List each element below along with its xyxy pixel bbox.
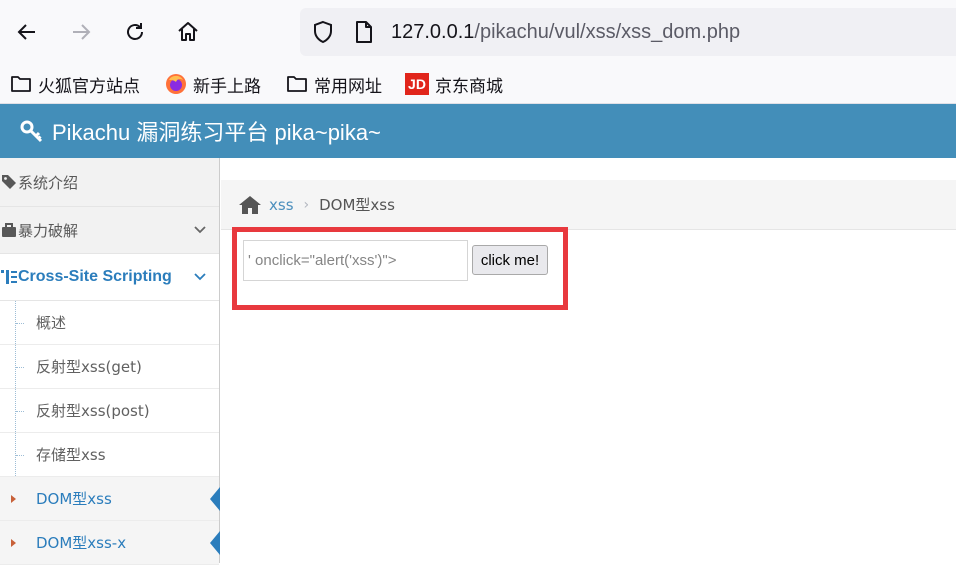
lock-icon [0, 223, 18, 237]
folder-icon [10, 74, 32, 94]
chevron-down-icon [193, 223, 207, 241]
bookmark-firefox-site[interactable]: 火狐官方站点 [10, 71, 140, 97]
firefox-icon [165, 73, 187, 95]
reload-icon [127, 23, 143, 40]
bookmarks-bar: 火狐官方站点 新手上路 常用网址 JD 京东商城 [0, 64, 956, 104]
bookmark-label: 常用网址 [314, 76, 382, 97]
sidebar-subitem-label: 反射型xss(get) [36, 358, 142, 376]
url-bar[interactable]: 127.0.0.1/pikachu/vul/xss/xss_dom.php [300, 8, 956, 56]
sidebar-subitem-label: 反射型xss(post) [36, 402, 150, 420]
tree-dash [16, 454, 24, 456]
breadcrumb: xss › DOM型xss [221, 180, 956, 230]
url-text[interactable]: 127.0.0.1/pikachu/vul/xss/xss_dom.php [391, 18, 740, 46]
highlight-annotation-box [232, 227, 568, 310]
folder-icon [286, 74, 308, 94]
sidebar-subitem-dom[interactable]: DOM型xss [0, 477, 220, 521]
back-button[interactable] [9, 14, 45, 50]
sidebar-subitem-stored[interactable]: 存储型xss [0, 433, 219, 477]
site-title-text: Pikachu 漏洞练习平台 pika~pika~ [52, 120, 381, 145]
sidebar: 系统介绍 暴力破解 Cross-Site Scripting 概述 反射型xss… [0, 158, 220, 565]
jd-badge: JD [405, 73, 429, 95]
key-icon [20, 119, 44, 143]
caret-right-icon [11, 494, 16, 503]
home-button[interactable] [170, 14, 206, 50]
tag-icon [0, 174, 18, 190]
bookmark-label: 京东商城 [435, 76, 503, 97]
sidebar-subitem-reflected-post[interactable]: 反射型xss(post) [0, 389, 219, 433]
sidebar-subitem-reflected-get[interactable]: 反射型xss(get) [0, 345, 219, 389]
sidebar-item-intro[interactable]: 系统介绍 [0, 158, 219, 207]
sidebar-subitem-label: 概述 [36, 314, 67, 332]
breadcrumb-link-xss[interactable]: xss [269, 196, 294, 214]
bookmark-label: 火狐官方站点 [38, 76, 140, 97]
sidebar-subitem-label: DOM型xss [36, 490, 112, 508]
jd-icon: JD [405, 73, 429, 95]
tree-dash [16, 366, 24, 368]
shield-icon[interactable] [312, 20, 334, 48]
back-arrow-icon [17, 24, 35, 40]
sidebar-item-label: Cross-Site Scripting [18, 268, 172, 285]
sidebar-item-xss[interactable]: Cross-Site Scripting [0, 254, 219, 301]
tree-dash [16, 322, 24, 324]
tree-dash [16, 410, 24, 412]
sidebar-item-label: 暴力破解 [18, 221, 79, 240]
site-header: Pikachu 漏洞练习平台 pika~pika~ [0, 104, 956, 158]
forward-arrow-icon [73, 24, 91, 40]
active-marker [210, 486, 220, 511]
active-marker [210, 530, 220, 555]
page-icon [354, 20, 374, 48]
bookmark-getting-started[interactable]: 新手上路 [165, 71, 261, 97]
breadcrumb-separator: › [303, 196, 310, 213]
forward-button[interactable] [63, 14, 99, 50]
url-path: /pikachu/vul/xss/xss_dom.php [474, 21, 741, 43]
chevron-down-icon [193, 270, 207, 289]
sidebar-subitem-label: DOM型xss-x [36, 534, 127, 552]
bookmark-common-sites[interactable]: 常用网址 [286, 71, 382, 97]
bookmark-jd[interactable]: JD 京东商城 [405, 71, 503, 97]
caret-right-icon [11, 538, 16, 547]
sidebar-subitem-label: 存储型xss [36, 446, 106, 464]
sidebar-subitem-dom-x[interactable]: DOM型xss-x [0, 521, 220, 565]
home-icon [178, 22, 198, 41]
sidebar-subitem-overview[interactable]: 概述 [0, 301, 219, 345]
reload-button[interactable] [117, 14, 153, 50]
browser-toolbar: 127.0.0.1/pikachu/vul/xss/xss_dom.php [0, 0, 956, 64]
url-host: 127.0.0.1 [391, 21, 475, 43]
site-title[interactable]: Pikachu 漏洞练习平台 pika~pika~ [20, 116, 381, 146]
breadcrumb-current: DOM型xss [319, 196, 395, 214]
bookmark-label: 新手上路 [193, 76, 261, 97]
home-icon[interactable] [239, 195, 261, 215]
sidebar-item-brute-force[interactable]: 暴力破解 [0, 207, 219, 254]
sidebar-item-label: 系统介绍 [18, 173, 79, 192]
list-icon [0, 269, 18, 285]
